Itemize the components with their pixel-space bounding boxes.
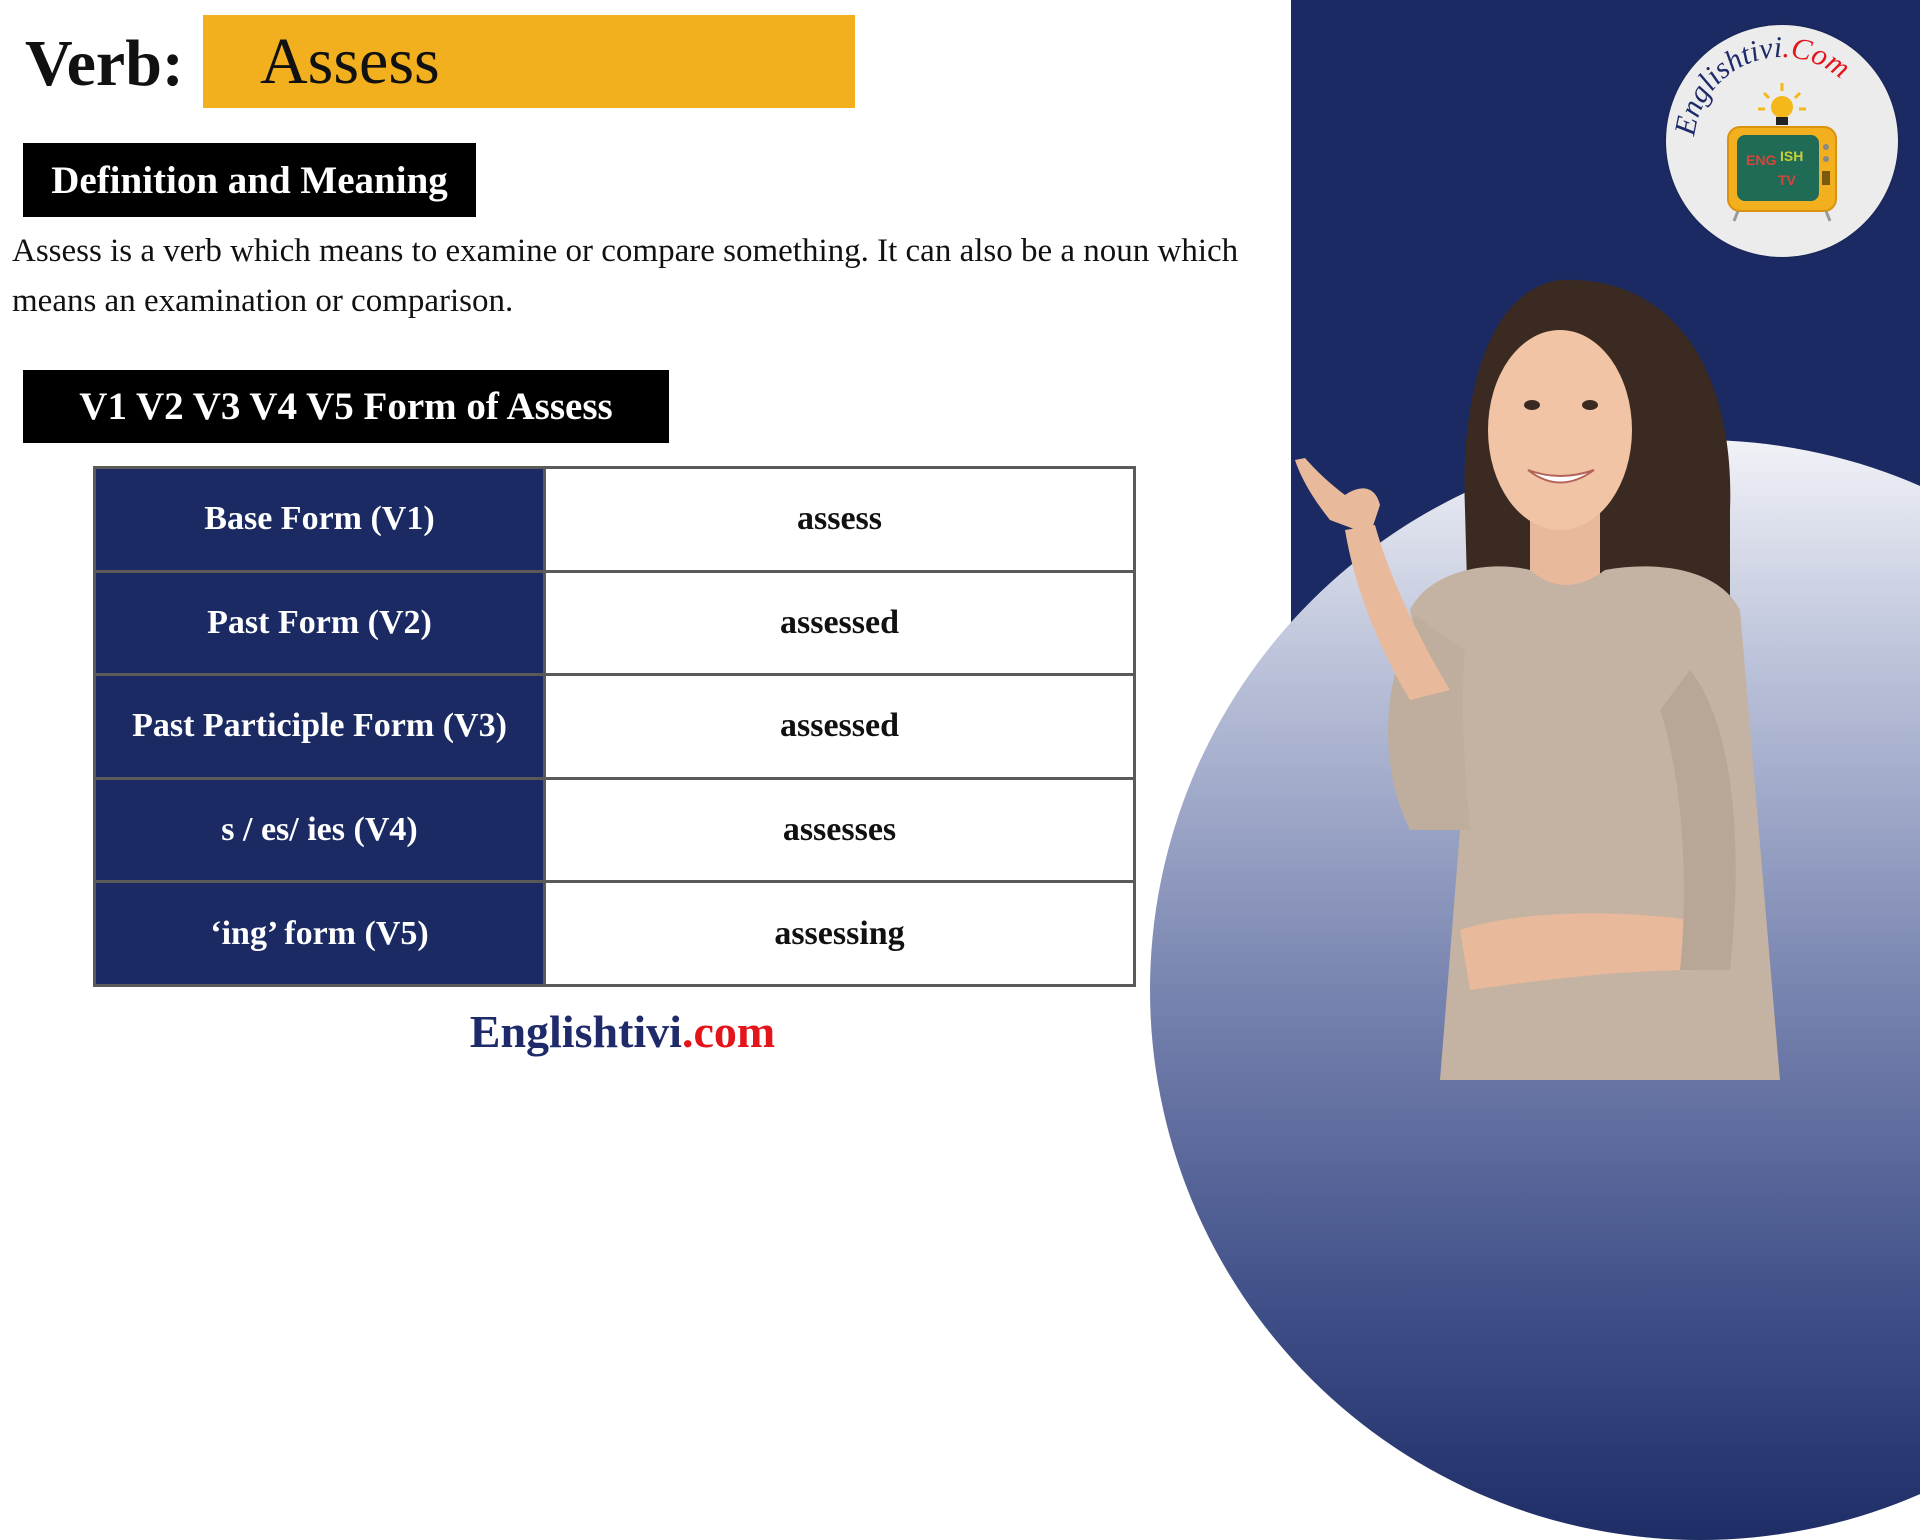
definition-text: Assess is a verb which means to examine … xyxy=(12,233,1239,319)
form-value: assess xyxy=(543,466,1136,573)
svg-text:ISH: ISH xyxy=(1780,148,1803,164)
svg-text:Englishtivi.Com: Englishtivi.Com xyxy=(1668,31,1856,139)
footer-brand-tld: .com xyxy=(681,1006,776,1057)
table-row: Base Form (V1) assess xyxy=(93,466,1136,573)
table-row: s / es/ ies (V4) assesses xyxy=(93,776,1136,884)
tv-lightbulb-icon: Englishtivi.Com ENG ISH TV xyxy=(1668,31,1856,222)
logo-brand: Englishtivi xyxy=(1668,31,1782,139)
form-label: ‘ing’ form (V5) xyxy=(93,880,546,987)
forms-heading-text: V1 V2 V3 V4 V5 Form of Assess xyxy=(79,385,613,428)
verb-forms-table: Base Form (V1) assess Past Form (V2) ass… xyxy=(93,466,1136,987)
svg-text:ENG: ENG xyxy=(1746,152,1776,168)
footer-brand[interactable]: Englishtivi.com xyxy=(0,1005,1245,1058)
svg-text:TV: TV xyxy=(1778,172,1797,188)
hand xyxy=(1295,458,1380,535)
lightbulb-icon xyxy=(1758,83,1806,125)
definition-heading-text: Definition and Meaning xyxy=(51,158,448,202)
verb-word: Assess xyxy=(260,25,440,98)
table-row: Past Form (V2) assessed xyxy=(93,569,1136,677)
form-value: assessed xyxy=(543,569,1136,677)
form-value: assesses xyxy=(543,776,1136,884)
definition-heading: Definition and Meaning xyxy=(23,143,476,217)
form-label: Past Participle Form (V3) xyxy=(93,673,546,780)
form-label: s / es/ ies (V4) xyxy=(93,776,546,884)
footer-brand-name: Englishtivi xyxy=(469,1006,682,1057)
table-row: ‘ing’ form (V5) assessing xyxy=(93,880,1136,987)
form-value: assessed xyxy=(543,673,1136,780)
englishtivi-logo: Englishtivi.Com ENG ISH TV xyxy=(1666,25,1898,257)
form-value: assessing xyxy=(543,880,1136,987)
logo-tld: .Com xyxy=(1782,31,1856,85)
form-label: Base Form (V1) xyxy=(93,466,546,573)
tv-icon: ENG ISH TV xyxy=(1727,126,1837,222)
form-label: Past Form (V2) xyxy=(93,569,546,677)
smiling-woman-photo xyxy=(1260,270,1920,1080)
verb-label: Verb: xyxy=(25,27,184,100)
table-row: Past Participle Form (V3) assessed xyxy=(93,673,1136,780)
forms-heading: V1 V2 V3 V4 V5 Form of Assess xyxy=(23,370,669,443)
face xyxy=(1488,330,1632,530)
